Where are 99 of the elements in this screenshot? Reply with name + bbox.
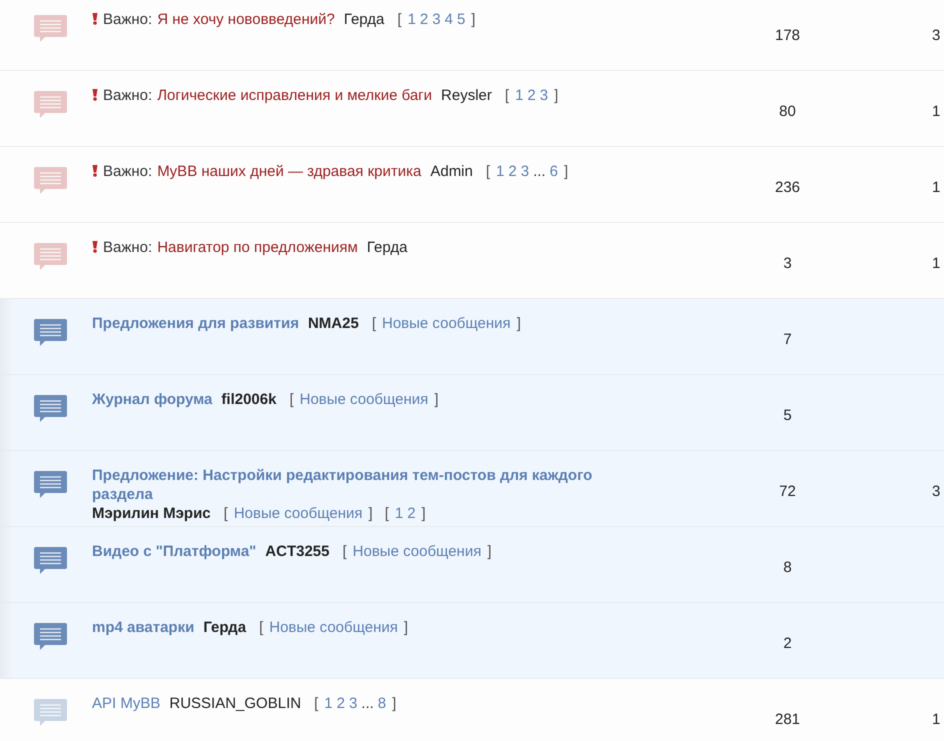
bracket: [: [289, 391, 294, 408]
speech-bubble-icon: [34, 471, 67, 499]
speech-bubble-icon: [34, 243, 67, 271]
page-link[interactable]: 3: [520, 163, 530, 180]
page-link[interactable]: 2: [407, 505, 416, 522]
bracket: ]: [471, 11, 476, 28]
page-link[interactable]: 3: [540, 87, 548, 104]
bracket: [: [397, 11, 402, 28]
exclamation-icon: [92, 13, 98, 25]
new-messages-link[interactable]: Новые сообщения: [269, 619, 398, 636]
topic-link[interactable]: Журнал форума: [92, 390, 212, 409]
table-cell: 1: [932, 179, 940, 196]
sticky-label: Важно:: [103, 11, 152, 28]
page-link[interactable]: 1: [394, 505, 404, 522]
page-link[interactable]: 3: [348, 695, 358, 712]
reply-count: 8: [783, 559, 792, 576]
bracket: ]: [434, 391, 438, 408]
bracket: ]: [404, 619, 408, 636]
speech-bubble-icon: [34, 167, 67, 195]
speech-bubble-icon: [34, 395, 67, 423]
bracket: ]: [564, 163, 568, 180]
topic-link[interactable]: mp4 аватарки: [92, 618, 194, 637]
bracket: ]: [392, 695, 396, 712]
reply-count: 7: [783, 331, 792, 348]
author-link[interactable]: Герда: [203, 619, 246, 636]
speech-bubble-icon: [34, 547, 67, 575]
bracket: [: [342, 543, 347, 560]
page-link[interactable]: 2: [336, 695, 345, 712]
speech-bubble-icon: [34, 15, 67, 43]
author-link[interactable]: Admin: [430, 163, 473, 180]
exclamation-icon: [92, 241, 98, 253]
bracket: ]: [368, 505, 373, 522]
page-link[interactable]: 1: [515, 87, 524, 104]
page-link[interactable]: 2: [420, 11, 428, 28]
sticky-label: Важно:: [103, 163, 152, 180]
author-link[interactable]: ACT3255: [265, 543, 330, 560]
author-link[interactable]: Reysler: [441, 87, 492, 104]
topic-link[interactable]: MyBB наших дней — здравая критика: [157, 162, 422, 181]
page-link[interactable]: 4: [444, 11, 453, 28]
new-messages-link[interactable]: Новые сообщения: [234, 505, 363, 522]
table-cell: 1: [932, 255, 940, 272]
speech-bubble-icon: [34, 699, 67, 727]
table-cell: 3: [932, 483, 940, 500]
new-messages-link[interactable]: Новые сообщения: [382, 315, 511, 332]
reply-count: 236: [774, 179, 800, 196]
author-link[interactable]: Мэрилин Мэрис: [92, 505, 211, 522]
page-link[interactable]: 1: [408, 11, 416, 28]
author-link[interactable]: RUSSIAN_GOBLIN: [169, 695, 302, 712]
bracket: [: [259, 619, 264, 636]
page-ellipsis: ...: [361, 695, 374, 712]
speech-bubble-icon: [34, 319, 67, 347]
bracket: ]: [487, 543, 492, 560]
new-messages-link[interactable]: Новые сообщения: [300, 391, 428, 408]
topic-link[interactable]: Предложение: Настройки редактирования тем-постов для каждого раздела: [92, 466, 652, 504]
topic-link[interactable]: API MyBB: [92, 694, 160, 713]
page-link[interactable]: 5: [456, 11, 466, 28]
reply-count: 80: [779, 103, 796, 120]
author-link[interactable]: fil2006k: [221, 391, 276, 408]
reply-count: 2: [783, 635, 792, 652]
topic-link[interactable]: Логические исправления и мелкие баги: [157, 86, 432, 105]
bracket: ]: [422, 505, 426, 522]
page-link[interactable]: 3: [432, 11, 441, 28]
topic-link[interactable]: Я не хочу нововведений?: [157, 10, 335, 29]
speech-bubble-icon: [34, 623, 67, 651]
page-link[interactable]: 6: [550, 163, 558, 180]
topic-link[interactable]: Видео с "Платформа": [92, 542, 256, 561]
bracket: [: [486, 163, 490, 180]
speech-bubble-icon: [34, 91, 67, 119]
table-cell: 1: [932, 103, 940, 120]
table-cell: 3: [932, 27, 940, 44]
sticky-label: Важно:: [103, 239, 152, 256]
bracket: [: [224, 505, 228, 522]
author-link[interactable]: Герда: [366, 239, 408, 256]
reply-count: 5: [783, 407, 792, 424]
bracket: [: [314, 695, 318, 712]
bracket: ]: [516, 315, 521, 332]
reply-count: 178: [774, 27, 800, 44]
topic-link[interactable]: Предложения для развития: [92, 314, 299, 333]
page-ellipsis: ...: [533, 163, 546, 180]
bracket: [: [372, 315, 376, 332]
author-link[interactable]: NMA25: [308, 315, 359, 332]
sticky-label: Важно:: [103, 87, 152, 104]
bracket: [: [384, 505, 389, 522]
exclamation-icon: [92, 89, 98, 101]
exclamation-icon: [92, 165, 98, 177]
page-link[interactable]: 1: [496, 163, 504, 180]
page-link[interactable]: 8: [378, 695, 386, 712]
author-link[interactable]: Герда: [344, 11, 384, 28]
page-link[interactable]: 2: [527, 87, 536, 104]
reply-count: 281: [774, 711, 800, 728]
reply-count: 72: [779, 483, 796, 500]
bracket: ]: [554, 87, 558, 104]
page-link[interactable]: 2: [508, 163, 517, 180]
page-link[interactable]: 1: [324, 695, 333, 712]
reply-count: 3: [783, 255, 792, 272]
topic-link[interactable]: Навигатор по предложениям: [157, 238, 358, 257]
bracket: [: [504, 87, 510, 104]
table-cell: 1: [932, 711, 940, 728]
new-messages-link[interactable]: Новые сообщения: [352, 543, 482, 560]
